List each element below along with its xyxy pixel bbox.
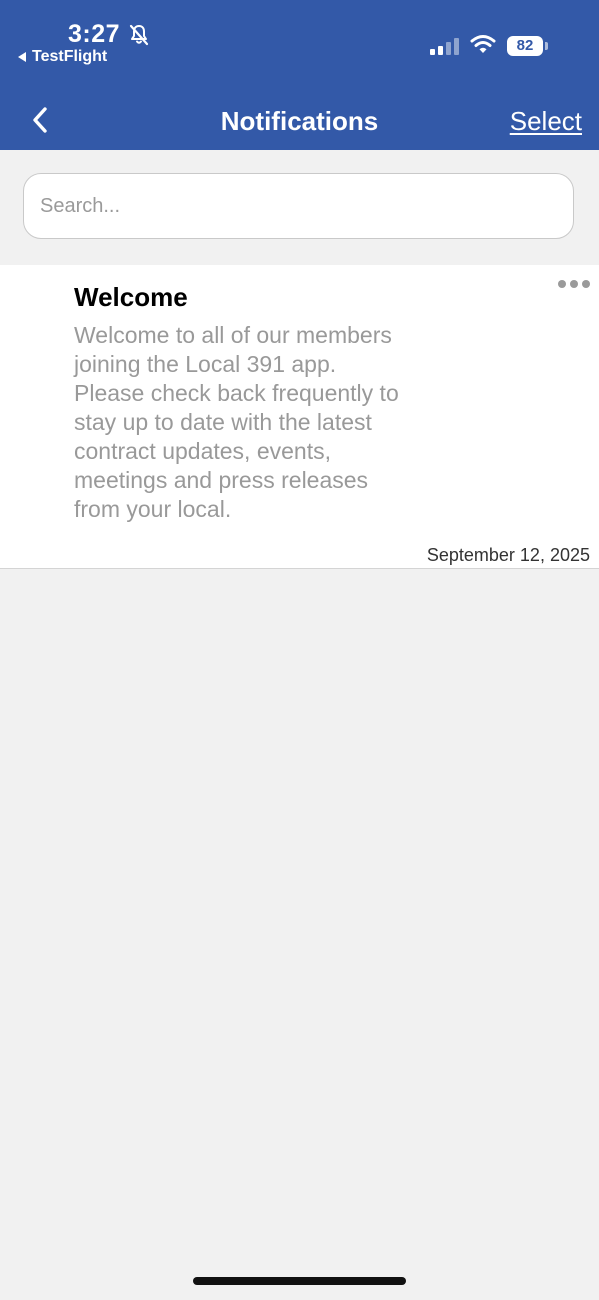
notification-card[interactable]: Welcome Welcome to all of our members jo…: [0, 265, 599, 569]
select-button[interactable]: Select: [510, 104, 582, 138]
back-triangle-icon: [18, 52, 26, 62]
search-input[interactable]: [23, 173, 574, 239]
home-indicator[interactable]: [193, 1277, 406, 1285]
notification-title: Welcome: [74, 282, 188, 312]
battery-tip: [545, 42, 548, 50]
nav-header: 3:27 TestFlight 82 Notifications Select: [0, 0, 599, 150]
bell-slash-icon: [129, 24, 149, 46]
cellular-signal-icon: [430, 38, 459, 55]
wifi-icon: [470, 35, 496, 53]
notification-body: Welcome to all of our members joining th…: [74, 322, 399, 522]
notification-date: September 12, 2025: [426, 545, 590, 565]
back-to-testflight-link[interactable]: TestFlight: [18, 47, 107, 67]
ellipsis-icon[interactable]: [556, 277, 592, 291]
status-time: 3:27: [68, 20, 121, 48]
back-app-label: TestFlight: [32, 48, 108, 65]
battery-level: 82: [507, 36, 543, 56]
